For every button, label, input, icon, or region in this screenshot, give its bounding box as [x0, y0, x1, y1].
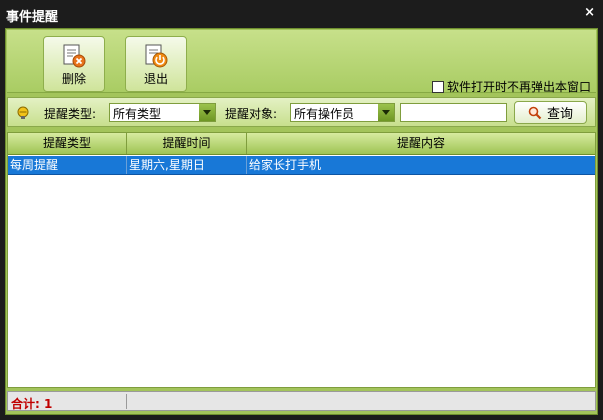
- no-popup-checkbox[interactable]: [432, 80, 444, 93]
- exit-label: 退出: [143, 72, 168, 86]
- total-count: 合计: 1: [11, 397, 53, 411]
- reminder-table: 提醒类型 提醒时间 提醒内容 每周提醒 星期六,星期日 给家长打手机: [7, 132, 596, 388]
- filter-bar: 提醒类型: 所有类型 提醒对象: 所有操作员 查询: [7, 97, 596, 127]
- title-bar[interactable]: 事件提醒 ×: [0, 0, 603, 28]
- window-title: 事件提醒: [6, 10, 59, 25]
- chevron-down-icon[interactable]: [378, 104, 394, 121]
- status-bar: 合计: 1: [7, 391, 596, 411]
- exit-button[interactable]: 退出: [125, 36, 187, 92]
- cell-type: 每周提醒: [8, 156, 127, 174]
- status-divider: [126, 394, 127, 409]
- exit-power-icon: [145, 44, 168, 68]
- event-reminder-window: 事件提醒 × 删除 退出 软件打开时不再弹出本窗口 提醒类型: 所有类型 提醒对…: [0, 0, 603, 420]
- cell-time: 星期六,星期日: [127, 156, 247, 174]
- content-frame: 删除 退出 软件打开时不再弹出本窗口 提醒类型: 所有类型 提醒对象: 所有操作…: [5, 28, 598, 415]
- search-input[interactable]: [400, 103, 507, 122]
- type-select[interactable]: 所有类型: [109, 103, 216, 122]
- toolbar: 删除 退出 软件打开时不再弹出本窗口: [7, 30, 596, 95]
- query-label: 查询: [546, 107, 573, 122]
- delete-document-icon: [63, 44, 86, 68]
- type-filter-label: 提醒类型:: [44, 107, 97, 121]
- column-header-type[interactable]: 提醒类型: [8, 133, 127, 154]
- cell-content: 给家长打手机: [249, 158, 322, 172]
- lightbulb-icon: [17, 106, 29, 119]
- close-button[interactable]: ×: [584, 5, 595, 20]
- column-header-content[interactable]: 提醒内容: [247, 133, 595, 154]
- delete-button[interactable]: 删除: [43, 36, 105, 92]
- no-popup-label: 软件打开时不再弹出本窗口: [447, 80, 592, 94]
- delete-label: 删除: [61, 72, 86, 86]
- target-select-value: 所有操作员: [294, 107, 355, 121]
- target-filter-label: 提醒对象:: [225, 107, 278, 121]
- search-icon: [528, 106, 542, 119]
- type-select-value: 所有类型: [113, 107, 162, 121]
- target-select[interactable]: 所有操作员: [290, 103, 395, 122]
- no-popup-option[interactable]: 软件打开时不再弹出本窗口: [432, 78, 591, 95]
- query-button[interactable]: 查询: [514, 101, 587, 124]
- table-header: 提醒类型 提醒时间 提醒内容: [8, 133, 595, 155]
- column-header-time[interactable]: 提醒时间: [127, 133, 247, 154]
- table-row[interactable]: 每周提醒 星期六,星期日 给家长打手机: [8, 156, 595, 175]
- chevron-down-icon[interactable]: [199, 104, 215, 121]
